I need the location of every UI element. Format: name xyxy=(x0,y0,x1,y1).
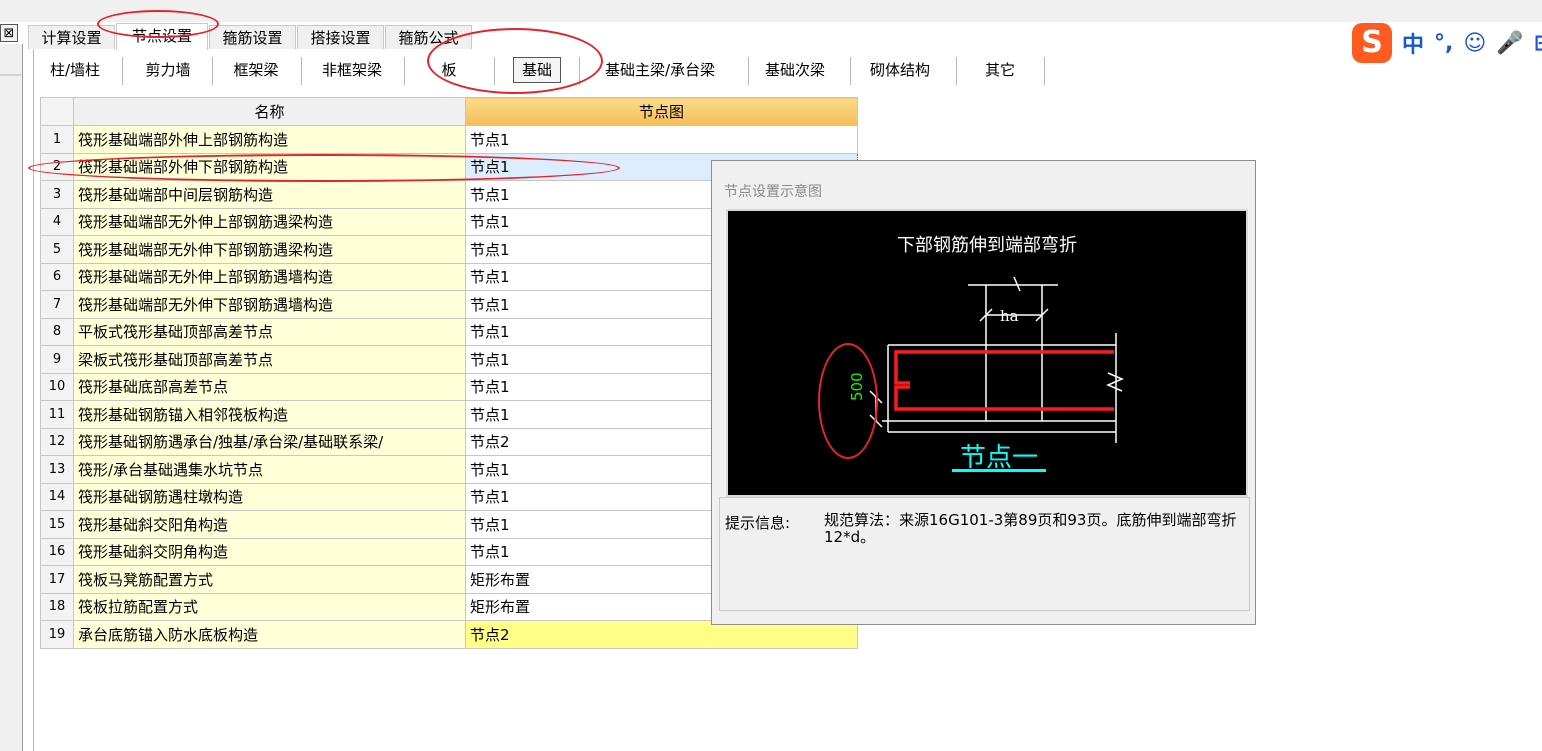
tab-node-settings[interactable]: 节点设置 xyxy=(116,23,208,50)
name-cell: 筏形基础钢筋遇柱墩构造 xyxy=(73,482,466,511)
name-cell: 平板式筏形基础顶部高差节点 xyxy=(73,317,466,346)
node-diagram-popup: 节点设置示意图 下部钢筋伸到端部弯折 ha 500 节点一 提示信息: 规范算法… xyxy=(711,160,1256,625)
dimension-500-label: 500 xyxy=(848,372,866,401)
subtab-foundation-secondary-beam[interactable]: 基础次梁 xyxy=(754,53,836,87)
name-cell: 筏形基础钢筋遇承台/独基/承台梁/基础联系梁/ xyxy=(73,427,466,456)
ime-more-icon[interactable]: ⊞ xyxy=(1534,31,1542,56)
ime-voice-icon[interactable]: 🎤 xyxy=(1496,31,1523,56)
tab-stirrup-formula[interactable]: 箍筋公式 xyxy=(385,25,472,49)
row-number-cell: 4 xyxy=(40,207,74,236)
row-number-cell: 9 xyxy=(40,345,74,374)
subtab-masonry[interactable]: 砌体结构 xyxy=(856,53,944,87)
row-number-cell: 18 xyxy=(40,592,74,621)
name-cell: 筏形/承台基础遇集水坑节点 xyxy=(73,455,466,484)
node-label-underline xyxy=(952,469,1046,472)
row-number-header xyxy=(40,97,74,126)
name-cell: 承台底筋锚入防水底板构造 xyxy=(73,620,466,649)
row-number-cell: 6 xyxy=(40,262,74,291)
name-cell: 筏形基础端部外伸上部钢筋构造 xyxy=(73,125,466,154)
name-cell: 筏板拉筋配置方式 xyxy=(73,592,466,621)
row-number-cell: 15 xyxy=(40,510,74,539)
name-cell: 筏形基础钢筋锚入相邻筏板构造 xyxy=(73,400,466,429)
row-number-cell: 11 xyxy=(40,400,74,429)
ime-emoji-icon[interactable]: ☺ xyxy=(1463,31,1486,56)
subtab-foundation[interactable]: 基础 xyxy=(501,53,573,87)
node-diagram-canvas: 下部钢筋伸到端部弯折 ha 500 节点一 xyxy=(726,209,1248,497)
subtab-slab[interactable]: 板 xyxy=(429,53,469,87)
name-cell: 筏形基础端部外伸下部钢筋构造 xyxy=(73,152,466,181)
tab-stirrup-settings[interactable]: 箍筋设置 xyxy=(209,25,296,49)
name-cell: 筏形基础端部无外伸下部钢筋遇梁构造 xyxy=(73,235,466,264)
subtab-foundation-main-beam[interactable]: 基础主梁/承台梁 xyxy=(586,53,734,87)
row-number-cell: 2 xyxy=(40,152,74,181)
row-number-cell: 10 xyxy=(40,372,74,401)
subtab-column[interactable]: 柱/墙柱 xyxy=(34,53,116,87)
close-panel-icon[interactable]: ⊠ xyxy=(0,24,18,42)
name-cell: 筏形基础端部无外伸上部钢筋遇梁构造 xyxy=(73,207,466,236)
subtab-foundation-label: 基础 xyxy=(512,57,561,83)
subtab-frame-beam[interactable]: 框架梁 xyxy=(217,53,295,87)
ime-chinese-mode[interactable]: 中 xyxy=(1402,27,1424,59)
subtab-shear-wall[interactable]: 剪力墙 xyxy=(128,53,208,87)
name-cell: 筏形基础斜交阳角构造 xyxy=(73,510,466,539)
name-cell: 筏形基础底部高差节点 xyxy=(73,372,466,401)
ime-toolbar[interactable]: S 中 °, ☺ 🎤 ⊞ xyxy=(1352,22,1542,64)
table-row[interactable]: 1 筏形基础端部外伸上部钢筋构造 节点1 xyxy=(40,125,858,154)
row-number-cell: 5 xyxy=(40,235,74,264)
ime-punctuation-icon[interactable]: °, xyxy=(1434,31,1453,56)
left-sidebar xyxy=(0,44,23,751)
diagram-title: 下部钢筋伸到端部弯折 xyxy=(897,235,1077,256)
node-diagram-column-header[interactable]: 节点图 xyxy=(465,97,858,126)
name-cell: 梁板式筏形基础顶部高差节点 xyxy=(73,345,466,374)
popup-info-panel: 提示信息: 规范算法：来源16G101-3第89页和93页。底筋伸到端部弯折12… xyxy=(719,497,1250,611)
tab-calc-settings[interactable]: 计算设置 xyxy=(28,25,115,49)
subtab-non-frame-beam[interactable]: 非框架梁 xyxy=(306,53,398,87)
name-column-header[interactable]: 名称 xyxy=(73,97,466,126)
info-label: 提示信息: xyxy=(725,514,791,532)
row-number-cell: 12 xyxy=(40,427,74,456)
sogou-logo-icon[interactable]: S xyxy=(1352,23,1392,63)
left-divider xyxy=(33,44,34,751)
row-number-cell: 1 xyxy=(40,125,74,154)
name-cell: 筏形基础端部无外伸上部钢筋遇墙构造 xyxy=(73,262,466,291)
name-cell: 筏板马凳筋配置方式 xyxy=(73,565,466,594)
info-text: 规范算法：来源16G101-3第89页和93页。底筋伸到端部弯折12*d。 xyxy=(824,511,1237,546)
name-cell: 筏形基础端部无外伸下部钢筋遇墙构造 xyxy=(73,290,466,319)
row-number-cell: 3 xyxy=(40,180,74,209)
row-number-cell: 16 xyxy=(40,537,74,566)
grid-header-row: 名称 节点图 xyxy=(40,97,858,126)
name-cell: 筏形基础斜交阴角构造 xyxy=(73,537,466,566)
row-number-cell: 19 xyxy=(40,620,74,649)
node-diagram-cell[interactable]: 节点1 xyxy=(465,125,858,154)
row-number-cell: 7 xyxy=(40,290,74,319)
subtab-other[interactable]: 其它 xyxy=(964,53,1036,87)
dimension-ha-label: ha xyxy=(1000,307,1019,325)
row-number-cell: 17 xyxy=(40,565,74,594)
row-number-cell: 13 xyxy=(40,455,74,484)
tab-lap-settings[interactable]: 搭接设置 xyxy=(297,25,384,49)
window-top-strip xyxy=(0,0,1542,22)
popup-title: 节点设置示意图 xyxy=(724,184,822,200)
name-cell: 筏形基础端部中间层钢筋构造 xyxy=(73,180,466,209)
row-number-cell: 14 xyxy=(40,482,74,511)
row-number-cell: 8 xyxy=(40,317,74,346)
